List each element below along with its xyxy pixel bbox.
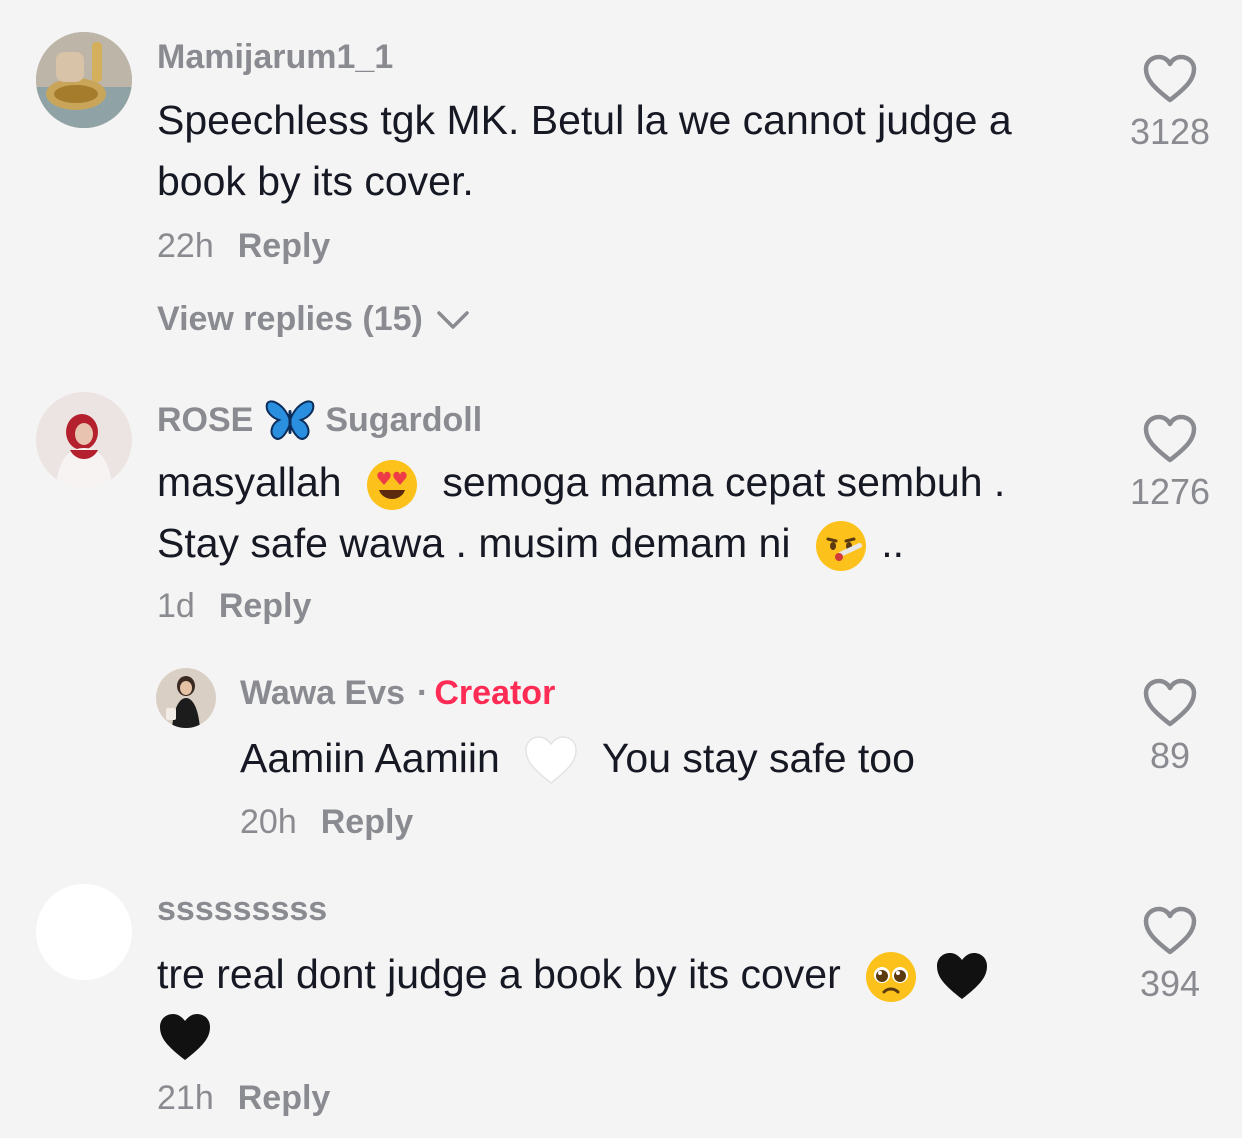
heart-outline-icon xyxy=(1143,54,1197,103)
thermometer-face-emoji xyxy=(815,521,866,572)
view-replies-button[interactable]: View replies (15) xyxy=(157,300,471,339)
avatar[interactable] xyxy=(36,884,132,980)
reply-button[interactable]: Reply xyxy=(238,1079,331,1117)
comment-text: masyallah semoga mama cepat sembuh . Sta… xyxy=(157,452,1097,574)
username[interactable]: Wawa Evs · Creator xyxy=(240,674,555,713)
reply-button[interactable]: Reply xyxy=(238,227,331,265)
like-count: 89 xyxy=(1149,735,1191,776)
black-heart-emoji xyxy=(936,953,987,1000)
comment-text: tre real dont judge a book by its cover xyxy=(157,944,1097,1066)
avatar[interactable] xyxy=(156,668,216,728)
heart-eyes-emoji xyxy=(367,460,417,511)
timestamp: 1d xyxy=(157,587,195,625)
comment-meta: 1d Reply xyxy=(157,587,311,626)
white-heart-emoji xyxy=(525,736,577,785)
comment-meta: 21h Reply xyxy=(157,1079,330,1118)
view-replies-label: View replies (15) xyxy=(157,300,423,338)
pleading-face-emoji xyxy=(866,952,917,1003)
heart-outline-icon xyxy=(1143,414,1197,463)
heart-outline-icon xyxy=(1143,678,1197,727)
comment-text: Aamiin Aamiin You stay safe too xyxy=(240,728,1100,789)
like-count: 394 xyxy=(1139,963,1201,1004)
like-count: 1276 xyxy=(1129,471,1211,512)
butterfly-emoji xyxy=(266,400,315,440)
comment-meta: 20h Reply xyxy=(240,803,413,842)
avatar[interactable] xyxy=(36,392,132,488)
like-button[interactable]: 1276 xyxy=(1120,414,1220,513)
creator-badge: Creator xyxy=(434,674,556,712)
timestamp: 22h xyxy=(157,227,214,265)
black-heart-emoji xyxy=(160,1014,210,1061)
reply-button[interactable]: Reply xyxy=(219,587,312,625)
chevron-down-icon xyxy=(437,310,469,329)
username[interactable]: ROSE Sugardoll xyxy=(157,398,482,442)
avatar[interactable] xyxy=(36,32,132,128)
comment-text: Speechless tgk MK. Betul la we cannot ju… xyxy=(157,97,1012,204)
like-button[interactable]: 394 xyxy=(1120,906,1220,1005)
reply-button[interactable]: Reply xyxy=(321,803,414,841)
heart-outline-icon xyxy=(1143,906,1197,955)
username[interactable]: Mamijarum1_1 xyxy=(157,38,393,77)
timestamp: 21h xyxy=(157,1079,214,1117)
comment-meta: 22h Reply xyxy=(157,227,330,266)
like-count: 3128 xyxy=(1129,111,1211,152)
like-button[interactable]: 3128 xyxy=(1120,54,1220,153)
username[interactable]: sssssssss xyxy=(157,890,327,929)
timestamp: 20h xyxy=(240,803,297,841)
like-button[interactable]: 89 xyxy=(1120,678,1220,777)
